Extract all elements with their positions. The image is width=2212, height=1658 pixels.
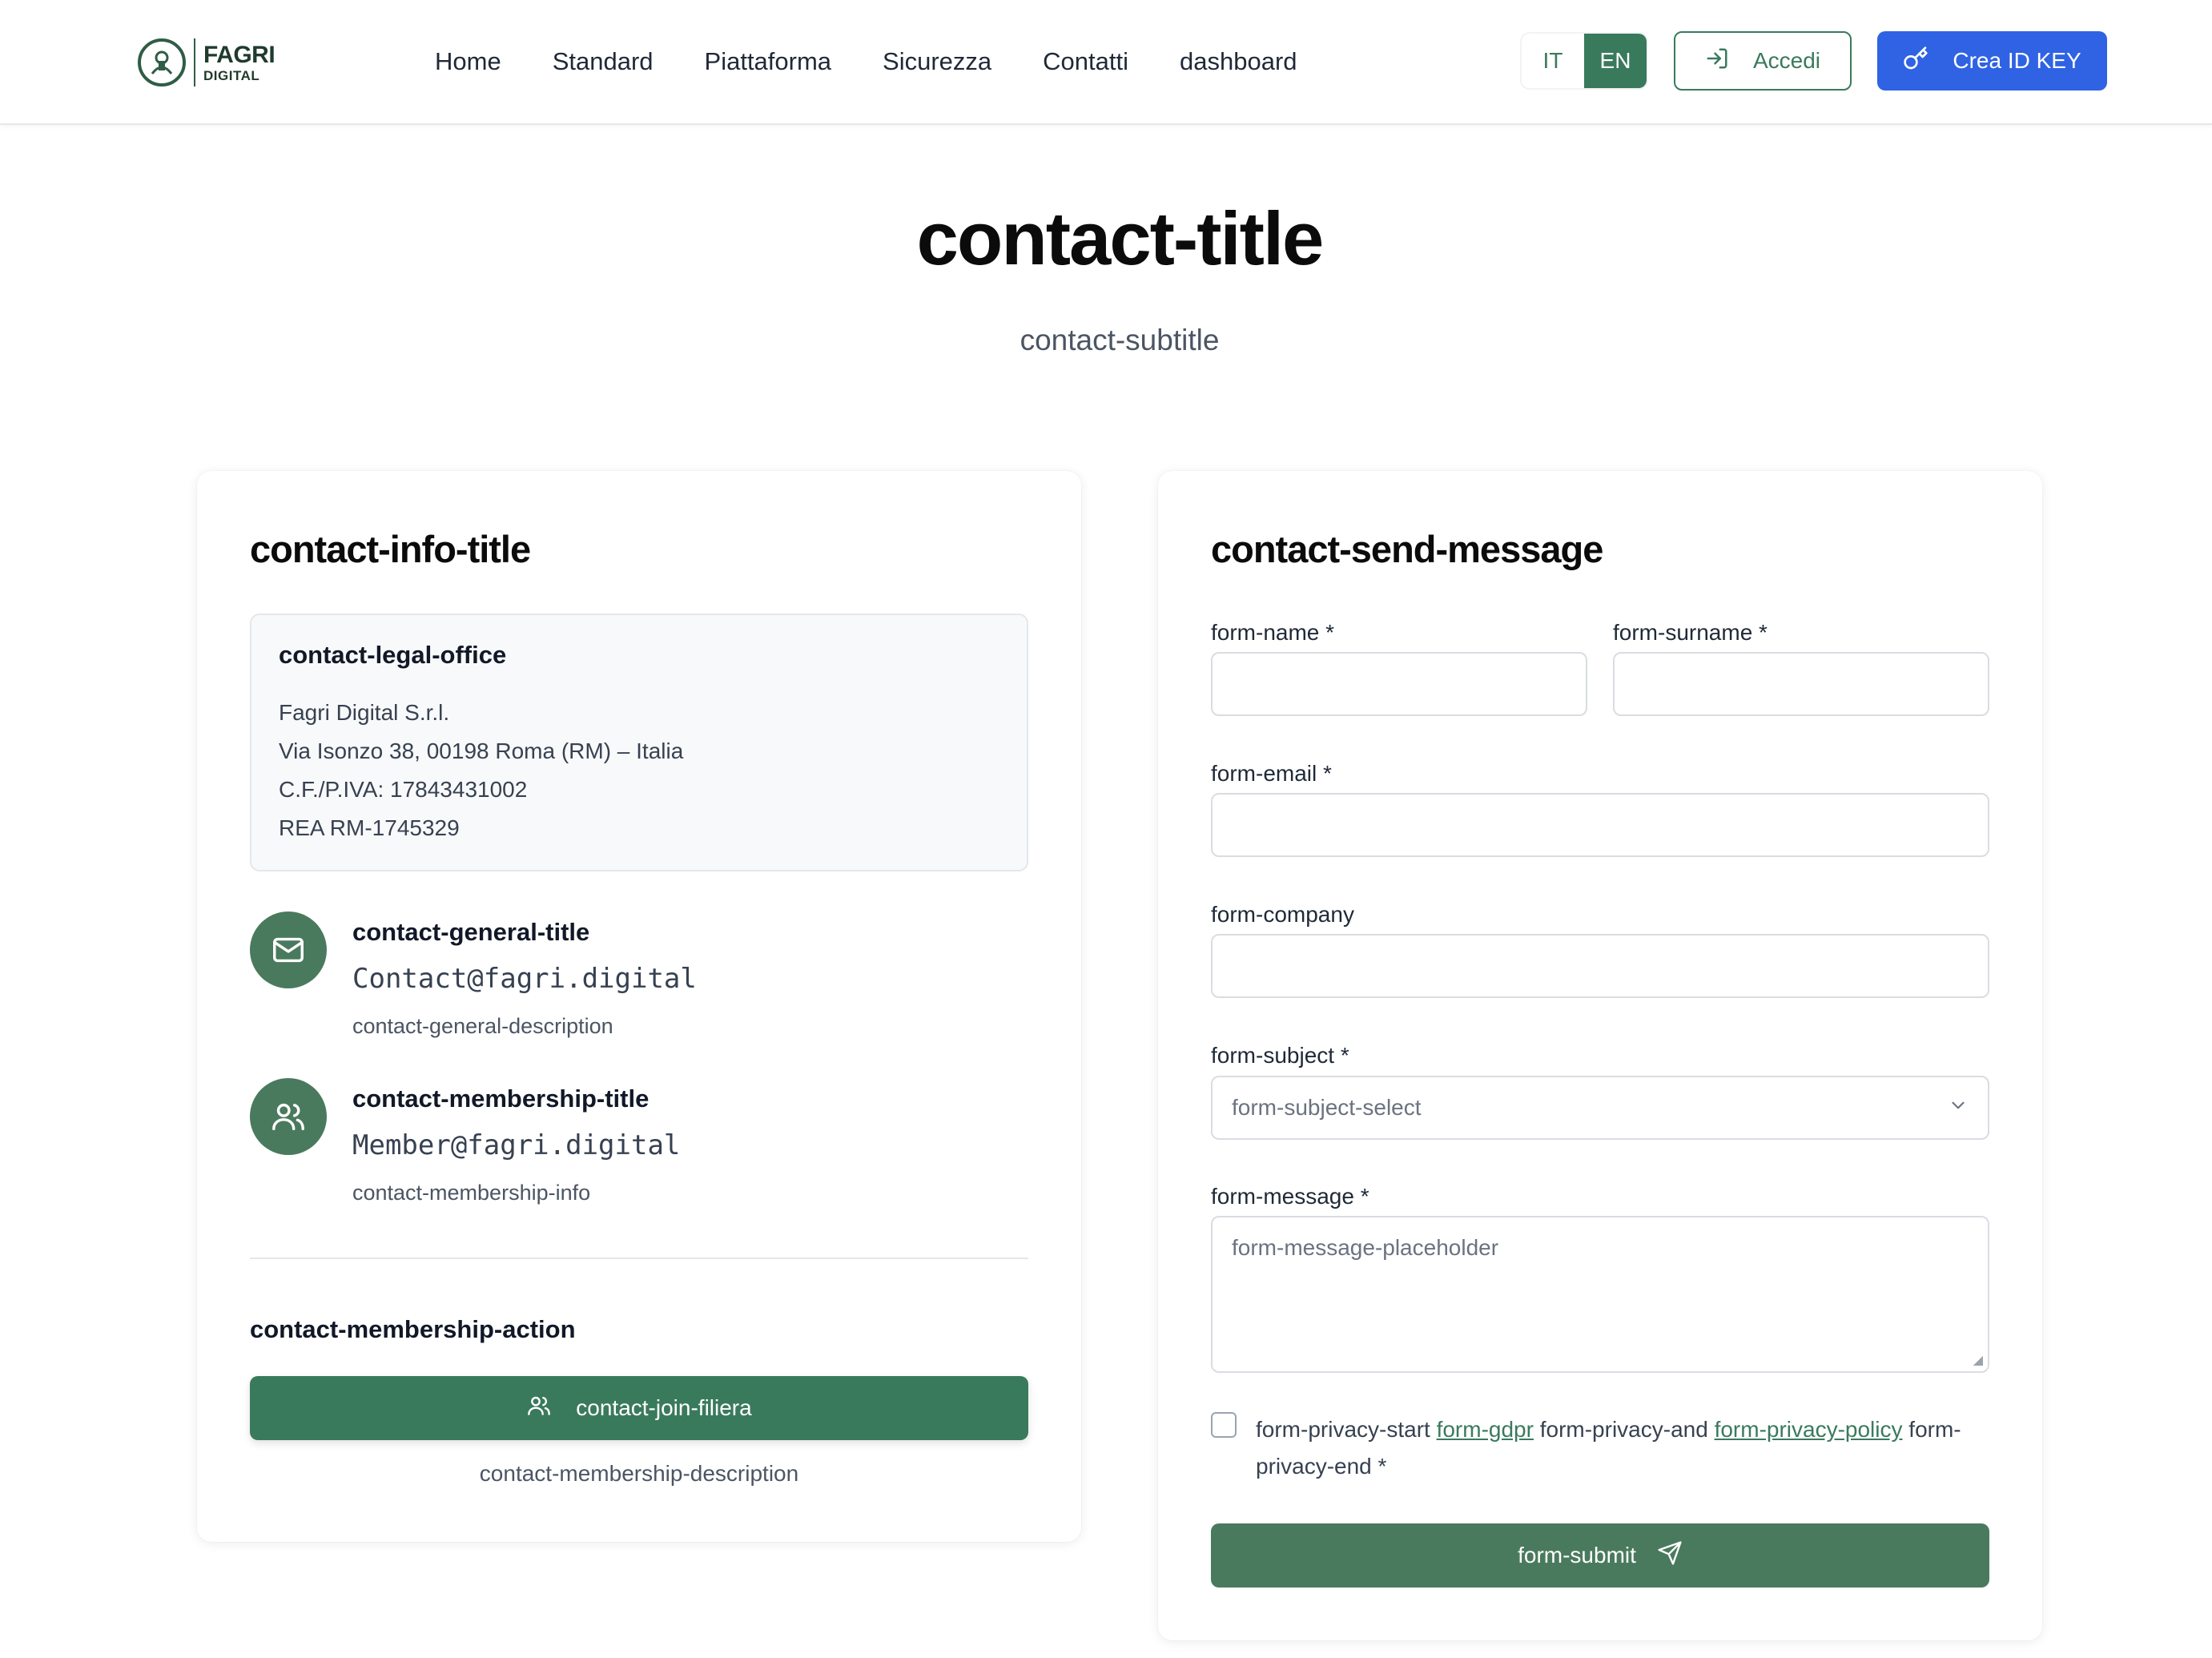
resize-grip-icon[interactable]: ◢ (1973, 1352, 1983, 1368)
message-textarea[interactable]: form-message-placeholder ◢ (1211, 1216, 1989, 1373)
surname-label: form-surname * (1613, 620, 1768, 645)
gdpr-link[interactable]: form-gdpr (1437, 1417, 1534, 1442)
message-label: form-message * (1211, 1184, 1369, 1209)
users-icon (250, 1078, 327, 1155)
contact-info-title: contact-info-title (250, 528, 531, 570)
legal-office-company: Fagri Digital S.r.l. (279, 700, 450, 725)
surname-input[interactable] (1613, 652, 1989, 716)
join-filiera-label: contact-join-filiera (576, 1395, 752, 1420)
email-label: form-email * (1211, 761, 1332, 786)
legal-office-vat: C.F./P.IVA: 17843431002 (279, 777, 528, 802)
contact-info-card: contact-info-title contact-legal-office … (197, 471, 1081, 1542)
page-subtitle: contact-subtitle (1020, 324, 1220, 356)
log-in-icon (1705, 46, 1729, 76)
membership-action-title: contact-membership-action (250, 1315, 576, 1343)
membership-contact-row: contact-membership-title Member@fagri.di… (250, 1078, 1028, 1214)
users-icon (526, 1393, 552, 1424)
main-nav: Home Standard Piattaforma Sicurezza Cont… (435, 43, 1297, 80)
create-id-key-button[interactable]: Crea ID KEY (1877, 31, 2107, 91)
lang-en-button[interactable]: EN (1584, 34, 1647, 88)
legal-office-title: contact-legal-office (279, 641, 507, 669)
privacy-checkbox[interactable] (1211, 1412, 1237, 1438)
join-filiera-button[interactable]: contact-join-filiera (250, 1376, 1028, 1440)
logo-line1: FAGRI (203, 41, 275, 68)
privacy-consent-text: form-privacy-start form-gdpr form-privac… (1256, 1411, 1989, 1485)
general-contact-row: contact-general-title Contact@fagri.digi… (250, 911, 1028, 1048)
privacy-policy-link[interactable]: form-privacy-policy (1715, 1417, 1903, 1442)
general-contact-description: contact-general-description (352, 1014, 613, 1038)
name-input[interactable] (1211, 652, 1587, 716)
login-label: Accedi (1752, 48, 1821, 73)
site-logo[interactable]: FAGRI DIGITAL (138, 35, 275, 90)
general-contact-title: contact-general-title (352, 918, 590, 946)
subject-label: form-subject * (1211, 1043, 1349, 1068)
nav-piattaforma[interactable]: Piattaforma (705, 43, 832, 80)
privacy-and-text: form-privacy-and (1539, 1417, 1708, 1442)
login-button[interactable]: Accedi (1674, 31, 1852, 91)
logo-wordmark: FAGRI DIGITAL (203, 41, 275, 83)
logo-emblem-icon (138, 38, 186, 87)
chevron-down-icon (1948, 1095, 1969, 1121)
name-label: form-name * (1211, 620, 1335, 645)
submit-button[interactable]: form-submit (1211, 1523, 1989, 1588)
send-icon (1657, 1540, 1683, 1571)
membership-contact-email[interactable]: Member@fagri.digital (352, 1129, 680, 1161)
page-title: contact-title (916, 196, 1325, 280)
legal-office-box: contact-legal-office Fagri Digital S.r.l… (250, 614, 1028, 871)
membership-contact-info: contact-membership-info (352, 1181, 591, 1205)
legal-office-address: Via Isonzo 38, 00198 Roma (RM) – Italia (279, 738, 684, 763)
nav-standard[interactable]: Standard (553, 43, 654, 80)
send-message-title: contact-send-message (1211, 528, 1603, 570)
section-divider (250, 1258, 1028, 1259)
contact-form-card: contact-send-message form-name * form-su… (1158, 471, 2042, 1640)
nav-contatti[interactable]: Contatti (1043, 43, 1128, 80)
create-key-label: Crea ID KEY (1953, 48, 2081, 73)
submit-label: form-submit (1518, 1543, 1636, 1567)
email-input[interactable] (1211, 793, 1989, 857)
nav-dashboard[interactable]: dashboard (1180, 43, 1297, 80)
language-switcher: IT EN (1520, 32, 1648, 90)
membership-contact-title: contact-membership-title (352, 1085, 650, 1113)
privacy-start-text: form-privacy-start (1256, 1417, 1430, 1442)
general-contact-email[interactable]: Contact@fagri.digital (352, 963, 697, 995)
logo-line2: DIGITAL (203, 67, 260, 83)
site-header: FAGRI DIGITAL Home Standard Piattaforma … (0, 0, 2212, 125)
membership-description: contact-membership-description (479, 1461, 799, 1486)
message-placeholder: form-message-placeholder (1232, 1235, 1499, 1260)
mail-icon (250, 911, 327, 988)
logo-separator (194, 38, 195, 87)
key-icon (1903, 46, 1928, 77)
lang-it-button[interactable]: IT (1522, 34, 1584, 88)
legal-office-rea: REA RM-1745329 (279, 815, 460, 840)
nav-home[interactable]: Home (435, 43, 501, 80)
company-input[interactable] (1211, 934, 1989, 998)
company-label: form-company (1211, 902, 1354, 927)
subject-selected-value: form-subject-select (1232, 1095, 1422, 1120)
nav-sicurezza[interactable]: Sicurezza (883, 43, 991, 80)
subject-select[interactable]: form-subject-select (1211, 1076, 1989, 1140)
